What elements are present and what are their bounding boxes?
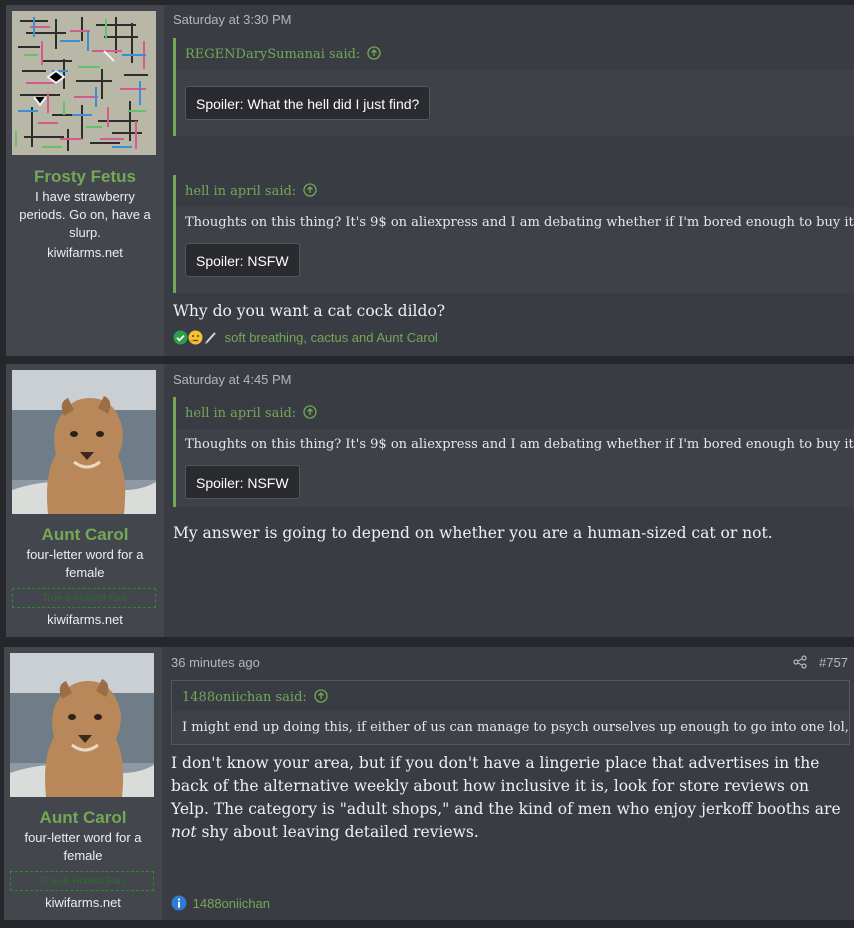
arrow-up-circle-icon[interactable]: [367, 46, 382, 60]
info-icon: [171, 895, 187, 911]
post: Aunt Carol four-letter word for a female…: [6, 364, 854, 637]
quote-header: hell in april said:: [176, 397, 854, 429]
avatar[interactable]: [12, 370, 156, 514]
reaction-bar[interactable]: soft breathing, cactus and Aunt Carol: [173, 330, 438, 345]
post-body: My answer is going to depend on whether …: [173, 524, 773, 542]
spoiler-button[interactable]: Spoiler: NSFW: [185, 465, 300, 499]
post-timestamp[interactable]: Saturday at 3:30 PM: [173, 12, 292, 27]
quote-header: REGENDarySumanai said:: [176, 38, 854, 70]
post-timestamp[interactable]: 36 minutes ago: [171, 655, 260, 670]
spoiler-button[interactable]: Spoiler: NSFW: [185, 243, 300, 277]
user-panel: Frosty Fetus I have strawberry periods. …: [6, 5, 164, 356]
quote-author[interactable]: hell in april said:: [185, 405, 317, 421]
quote-block: hell in april said: Thoughts on this thi…: [173, 397, 854, 507]
post-number[interactable]: #757: [819, 655, 848, 670]
quote-author[interactable]: REGENDarySumanai said:: [185, 46, 382, 62]
emphasis: not: [171, 823, 197, 841]
user-site: kiwifarms.net: [47, 612, 123, 627]
reaction-names[interactable]: 1488oniichan: [193, 896, 270, 911]
quote-block: REGENDarySumanai said: Spoiler: What the…: [173, 38, 854, 136]
quote-text: Thoughts on this thing? It's 9$ on aliex…: [185, 215, 854, 230]
post-body: I don't know your area, but if you don't…: [171, 754, 841, 841]
post-timestamp[interactable]: Saturday at 4:45 PM: [173, 372, 292, 387]
quote-text: I might end up doing this, if either of …: [182, 720, 849, 735]
user-title: I have strawberry periods. Go on, have a…: [19, 189, 151, 240]
user-site: kiwifarms.net: [45, 895, 121, 910]
arrow-up-circle-icon[interactable]: [314, 689, 328, 703]
thinking-face-icon: [188, 330, 203, 345]
check-circle-icon: [173, 330, 188, 345]
user-badge: True & Honest Fan: [12, 588, 156, 608]
avatar[interactable]: [12, 11, 156, 155]
username[interactable]: Aunt Carol: [4, 808, 162, 828]
quote-block: 1488oniichan said: I might end up doing …: [171, 680, 850, 745]
arrow-up-circle-icon[interactable]: [303, 183, 317, 197]
post-body: Why do you want a cat cock dildo?: [173, 302, 446, 320]
user-title: four-letter word for a female: [24, 830, 142, 863]
post: Frosty Fetus I have strawberry periods. …: [6, 5, 854, 356]
user-panel: Aunt Carol four-letter word for a female…: [4, 647, 162, 920]
share-icon[interactable]: [793, 655, 807, 669]
username[interactable]: Aunt Carol: [6, 525, 164, 545]
quote-header: 1488oniichan said:: [172, 681, 849, 711]
quote-author[interactable]: 1488oniichan said:: [182, 689, 328, 705]
user-badge: True & Honest Fan: [10, 871, 154, 891]
spoiler-button[interactable]: Spoiler: What the hell did I just find?: [185, 86, 431, 120]
reaction-bar[interactable]: 1488oniichan: [171, 895, 270, 911]
user-title: four-letter word for a female: [26, 547, 144, 580]
user-site: kiwifarms.net: [47, 245, 123, 260]
quote-text: Thoughts on this thing? It's 9$ on aliex…: [185, 437, 854, 452]
quote-header: hell in april said:: [176, 175, 854, 207]
cactus-icon: [204, 332, 216, 345]
post: Aunt Carol four-letter word for a female…: [4, 647, 854, 920]
arrow-up-circle-icon[interactable]: [303, 405, 317, 419]
avatar[interactable]: [10, 653, 154, 797]
username[interactable]: Frosty Fetus: [6, 167, 164, 187]
quote-block: hell in april said: Thoughts on this thi…: [173, 175, 854, 293]
reaction-names[interactable]: soft breathing, cactus and Aunt Carol: [225, 330, 438, 345]
user-panel: Aunt Carol four-letter word for a female…: [6, 364, 164, 637]
quote-author[interactable]: hell in april said:: [185, 183, 317, 199]
